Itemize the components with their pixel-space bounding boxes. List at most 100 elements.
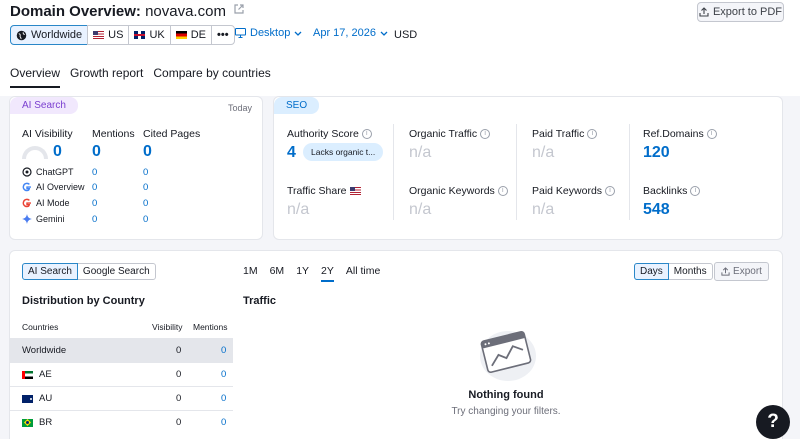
divider <box>516 124 517 220</box>
info-icon[interactable]: i <box>690 186 701 196</box>
currency-label: USD <box>394 29 418 41</box>
source-row-ai-overview: AI Overview <box>22 182 85 192</box>
source-name: Gemini <box>36 214 65 224</box>
traffic-title: Traffic <box>243 295 277 307</box>
visibility-cell: 0 <box>176 345 182 356</box>
mentions-value[interactable]: 0 <box>92 143 101 161</box>
info-icon[interactable]: i <box>480 129 491 139</box>
backlinks-value[interactable]: 548 <box>643 201 670 219</box>
authority-score-value[interactable]: 4 <box>287 144 296 162</box>
source-row-chatgpt: ChatGPT <box>22 167 74 177</box>
database-selector: Worldwide US UK DE ••• <box>10 25 235 45</box>
info-icon[interactable]: i <box>706 129 717 139</box>
date-dropdown[interactable]: Apr 17, 2026 <box>313 27 388 39</box>
visibility-cell: 0 <box>176 417 182 428</box>
db-uk-label: UK <box>149 29 165 41</box>
info-icon[interactable]: i <box>605 186 616 196</box>
toggle-google-search[interactable]: Google Search <box>76 263 156 280</box>
db-uk-button[interactable]: UK <box>128 25 171 45</box>
report-tabs: Overview Growth report Compare by countr… <box>10 66 271 88</box>
device-label: Desktop <box>250 27 291 39</box>
device-dropdown[interactable]: Desktop <box>235 27 302 39</box>
info-icon[interactable]: i <box>587 129 598 139</box>
table-row[interactable]: Worldwide 0 0 <box>9 338 233 362</box>
column-header-mentions[interactable]: Mentions <box>193 322 228 332</box>
chevron-down-icon <box>294 29 302 38</box>
desktop-icon <box>235 28 246 38</box>
db-us-button[interactable]: US <box>87 25 130 45</box>
db-worldwide-button[interactable]: Worldwide <box>10 25 89 45</box>
seo-card: SEO <box>273 96 783 240</box>
period-6m[interactable]: 6M <box>270 265 285 282</box>
country-cell: BR <box>22 417 52 428</box>
column-header-visibility[interactable]: Visibility <box>152 322 183 332</box>
external-link-icon[interactable] <box>234 4 244 17</box>
chevron-down-icon <box>380 29 388 38</box>
source-row-gemini: Gemini <box>22 214 65 224</box>
period-all-time[interactable]: All time <box>346 265 380 282</box>
source-name: AI Mode <box>36 198 70 208</box>
column-header-countries[interactable]: Countries <box>22 322 58 332</box>
info-icon[interactable]: i <box>361 129 372 139</box>
paid-traffic-value: n/a <box>532 144 555 161</box>
paid-keywords-label: Paid Keywords i <box>532 185 616 197</box>
source-cited-value[interactable]: 0 <box>143 167 148 178</box>
tab-overview[interactable]: Overview <box>10 66 61 88</box>
mentions-cell[interactable]: 0 <box>221 345 226 356</box>
flag-us-icon <box>349 187 361 195</box>
cited-pages-value[interactable]: 0 <box>143 143 152 161</box>
toggle-ai-search[interactable]: AI Search <box>22 263 78 280</box>
domain-name[interactable]: novava.com <box>145 3 226 20</box>
export-icon <box>699 7 709 17</box>
export-button[interactable]: Export <box>714 262 769 281</box>
table-row[interactable]: AU 0 0 <box>9 386 233 410</box>
distribution-title: Distribution by Country <box>22 295 145 307</box>
toggle-days[interactable]: Days <box>634 263 669 280</box>
source-toggle: AI Search Google Search <box>22 263 156 280</box>
period-2y[interactable]: 2Y <box>321 265 334 282</box>
source-mentions-value[interactable]: 0 <box>92 198 97 209</box>
export-pdf-label: Export to PDF <box>712 6 783 18</box>
source-cited-value[interactable]: 0 <box>143 214 148 225</box>
source-cited-value[interactable]: 0 <box>143 182 148 193</box>
authority-note-badge[interactable]: Lacks organic t... <box>303 143 384 161</box>
organic-keywords-label: Organic Keywords i <box>409 185 508 197</box>
source-mentions-value[interactable]: 0 <box>92 167 97 178</box>
paid-traffic-label: Paid Traffic i <box>532 128 598 140</box>
mentions-cell[interactable]: 0 <box>221 393 226 404</box>
flag-br-icon <box>22 418 33 427</box>
help-button[interactable]: ? <box>756 405 790 439</box>
source-cited-value[interactable]: 0 <box>143 198 148 209</box>
db-more-button[interactable]: ••• <box>211 25 235 45</box>
period-1y[interactable]: 1Y <box>296 265 309 282</box>
source-name: AI Overview <box>36 182 85 192</box>
flag-uk-icon <box>134 31 146 39</box>
source-name: ChatGPT <box>36 167 74 177</box>
divider <box>393 124 394 220</box>
visibility-cell: 0 <box>176 369 182 380</box>
organic-traffic-label: Organic Traffic i <box>409 128 491 140</box>
period-selector: 1M 6M 1Y 2Y All time <box>243 265 380 282</box>
table-row[interactable]: AE 0 0 <box>9 362 233 386</box>
flag-de-icon <box>175 31 187 39</box>
tab-compare-by-countries[interactable]: Compare by countries <box>153 66 270 88</box>
help-icon: ? <box>767 411 779 432</box>
mentions-cell[interactable]: 0 <box>221 417 226 428</box>
source-mentions-value[interactable]: 0 <box>92 214 97 225</box>
db-de-button[interactable]: DE <box>169 25 212 45</box>
tab-growth-report[interactable]: Growth report <box>70 66 143 88</box>
export-pdf-button[interactable]: Export to PDF <box>697 2 784 22</box>
paid-keywords-value: n/a <box>532 201 555 218</box>
toggle-months[interactable]: Months <box>667 263 713 280</box>
mentions-cell[interactable]: 0 <box>221 369 226 380</box>
info-icon[interactable]: i <box>497 186 508 196</box>
db-us-label: US <box>108 29 124 41</box>
table-row[interactable]: BR 0 0 <box>9 410 233 434</box>
traffic-share-value: n/a <box>287 201 310 218</box>
ref-domains-value[interactable]: 120 <box>643 144 670 162</box>
period-1m[interactable]: 1M <box>243 265 258 282</box>
empty-state-subtitle: Try changing your filters. <box>451 406 561 417</box>
ai-search-chip: AI Search <box>10 97 78 114</box>
ai-visibility-value[interactable]: 0 <box>53 143 62 161</box>
source-mentions-value[interactable]: 0 <box>92 182 97 193</box>
